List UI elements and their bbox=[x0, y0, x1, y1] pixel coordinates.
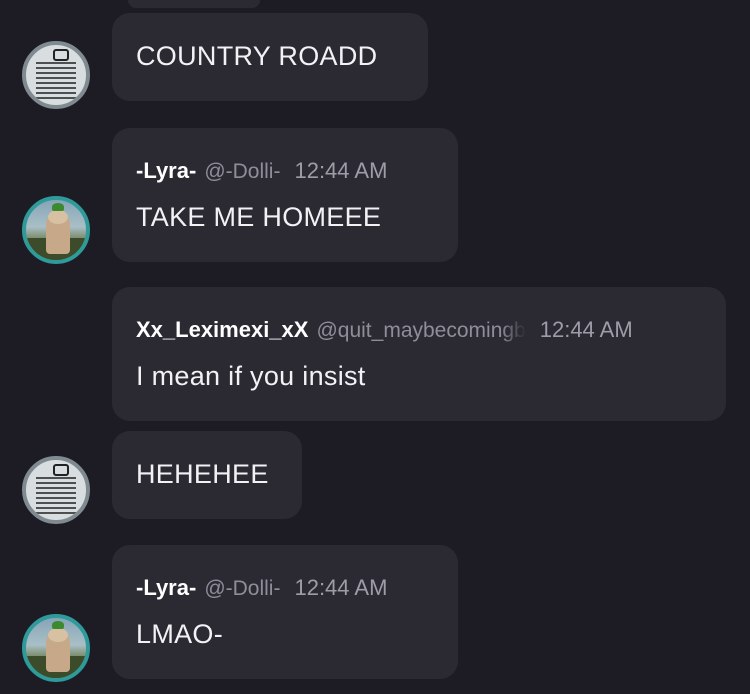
author-name[interactable]: -Lyra- bbox=[136, 575, 196, 600]
message-bubble[interactable]: -Lyra- @-Dolli- 12:44 AM TAKE ME HOMEEE bbox=[112, 128, 458, 262]
lyra-avatar[interactable] bbox=[22, 614, 90, 682]
message-text: HEHEHEE bbox=[136, 459, 269, 489]
message-text: COUNTRY ROADD bbox=[136, 41, 378, 71]
message-bubble[interactable]: -Lyra- @-Dolli- 12:44 AM LMAO- bbox=[112, 545, 458, 679]
frog-hat-icon bbox=[52, 203, 64, 211]
message-bubble[interactable]: HEHEHEE bbox=[112, 431, 302, 519]
author-handle[interactable]: @-Dolli- bbox=[204, 577, 280, 600]
previous-message-bubble bbox=[128, 0, 260, 8]
timestamp: 12:44 AM bbox=[294, 158, 388, 183]
author-name[interactable]: Xx_Leximexi_xX bbox=[136, 317, 308, 342]
message-text: LMAO- bbox=[136, 619, 224, 649]
message-text: I mean if you insist bbox=[136, 361, 366, 391]
message-header: -Lyra- @-Dolli- 12:44 AM bbox=[136, 575, 387, 601]
message-header: Xx_Leximexi_xX @quit_maybecomingb 12:44 AM bbox=[136, 317, 633, 343]
message-header: -Lyra- @-Dolli- 12:44 AM bbox=[136, 158, 387, 184]
timestamp: 12:44 AM bbox=[539, 317, 633, 342]
message-bubble[interactable]: COUNTRY ROADD bbox=[112, 13, 428, 101]
message-text: TAKE ME HOMEEE bbox=[136, 202, 382, 232]
author-handle[interactable]: @quit_maybecomingb bbox=[316, 319, 525, 343]
frog-hat-icon bbox=[52, 621, 64, 629]
user-avatar[interactable] bbox=[22, 456, 90, 524]
user-avatar[interactable] bbox=[22, 41, 90, 109]
author-handle[interactable]: @-Dolli- bbox=[204, 160, 280, 183]
message-bubble[interactable]: Xx_Leximexi_xX @quit_maybecomingb 12:44 AM… bbox=[112, 287, 726, 421]
author-name[interactable]: -Lyra- bbox=[136, 158, 196, 183]
timestamp: 12:44 AM bbox=[294, 575, 388, 600]
lyra-avatar[interactable] bbox=[22, 196, 90, 264]
